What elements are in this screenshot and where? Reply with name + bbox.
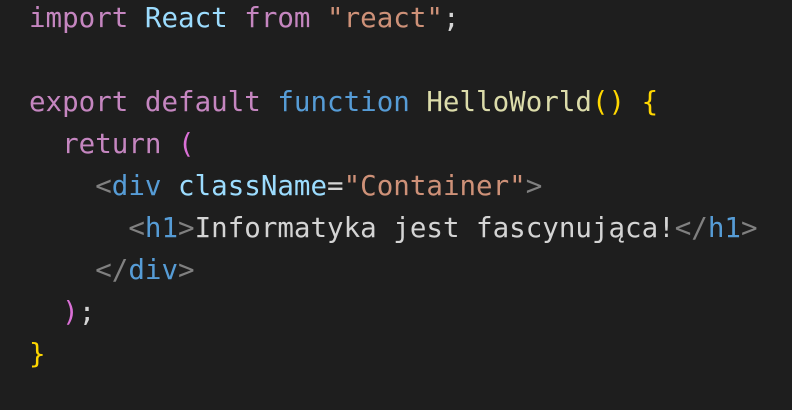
code-token: > [525,170,543,202]
code-token: div [111,170,162,202]
code-line[interactable]: import React from "react"; [29,0,758,39]
code-token: </ [674,212,708,244]
code-token: ; [442,2,460,34]
code-token: = [327,170,344,202]
code-token: > [178,212,195,244]
code-editor[interactable]: import React from "react"; export defaul… [0,0,792,410]
code-token: > [740,212,758,244]
code-token: className [178,170,328,202]
code-token: import [29,2,145,34]
code-token: ; [78,296,96,328]
code-token: HelloWorld [426,86,592,118]
code-line[interactable]: ); [29,291,758,333]
code-token: ) [62,296,79,328]
code-token: } [29,338,46,370]
code-token: > [178,254,195,286]
code-token: h1 [707,212,741,244]
code-token: Informatyka jest fascynująca! [194,212,675,244]
code-token: "react" [327,2,443,34]
code-line[interactable] [29,39,758,81]
code-token: < [128,212,145,244]
code-token: return [62,128,179,160]
code-token: from [227,2,328,34]
code-token: function [277,86,427,118]
code-token: div [128,254,179,286]
code-token: { [641,86,659,118]
code-line[interactable]: } [29,333,758,375]
code-content[interactable]: import React from "react"; export defaul… [29,0,758,375]
code-token: h1 [144,212,179,244]
code-line[interactable]: </div> [29,249,758,291]
code-token: ( [178,128,195,160]
code-token: < [95,170,112,202]
code-token: "Container" [343,170,526,202]
code-token: default [144,86,278,118]
code-line[interactable]: export default function HelloWorld() { [29,81,758,123]
code-token: React [144,2,228,34]
code-token: </ [95,254,129,286]
code-token: () [591,86,626,118]
code-line[interactable]: <div className="Container"> [29,165,758,207]
code-token: export [29,86,145,118]
code-line[interactable]: return ( [29,123,758,165]
code-line[interactable]: <h1>Informatyka jest fascynująca!</h1> [29,207,758,249]
